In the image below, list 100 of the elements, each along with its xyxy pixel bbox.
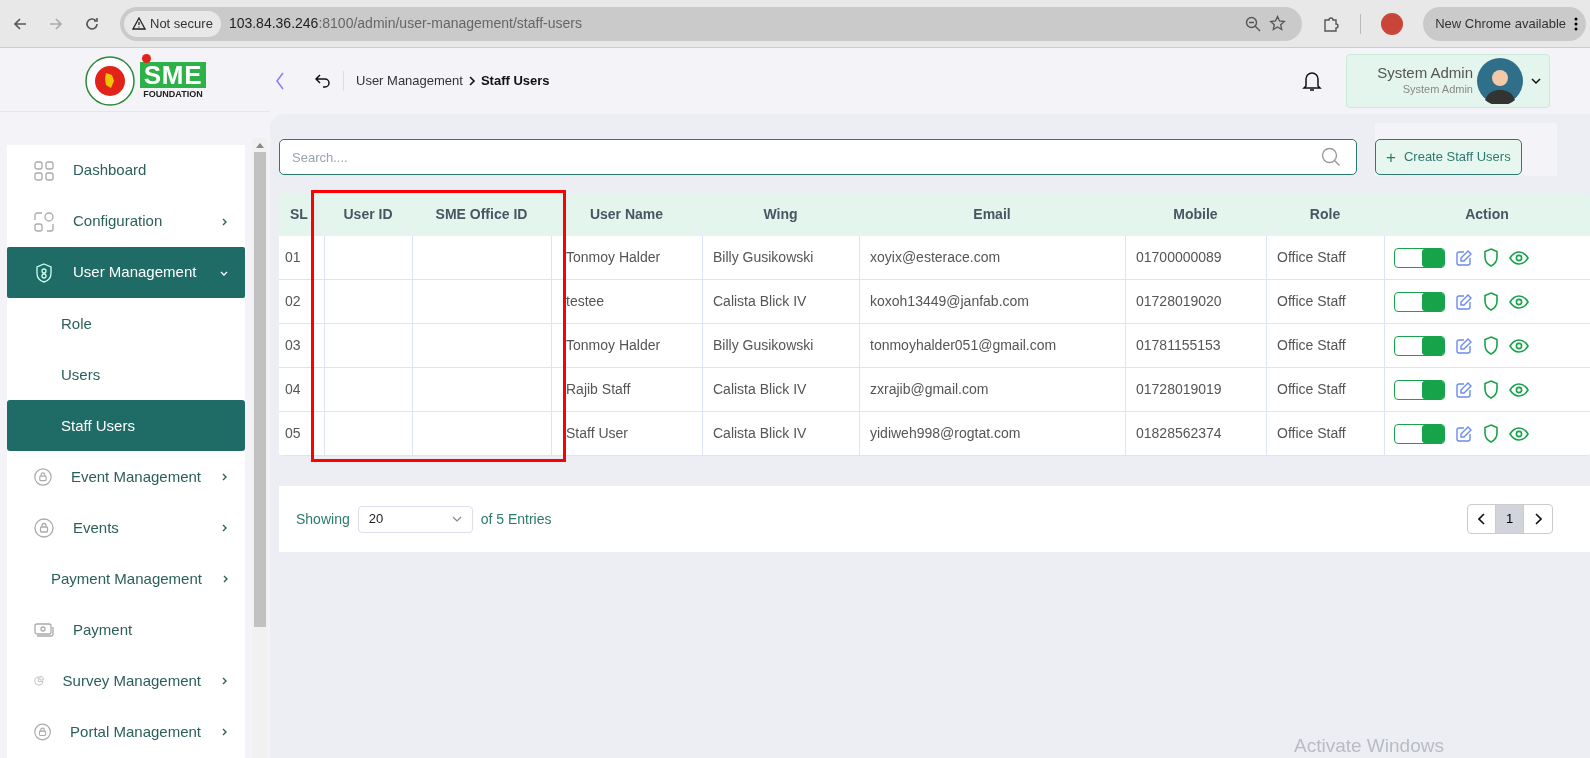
zoom-out-icon[interactable] <box>1245 15 1262 32</box>
table-cell-text: 01728019019 <box>1136 380 1222 399</box>
bell-icon[interactable] <box>1302 69 1322 92</box>
star-icon[interactable] <box>1269 15 1287 32</box>
breadcrumb-current: Staff Users <box>480 71 550 90</box>
sidebar-item[interactable]: Configuration <box>7 196 245 248</box>
emblem-icon <box>83 54 136 107</box>
column-header: Action <box>1464 205 1510 224</box>
chevron-down-icon <box>451 516 462 522</box>
forward-icon[interactable] <box>48 15 64 32</box>
update-button[interactable]: New Chrome available <box>1423 6 1586 41</box>
logo-subtitle: FOUNDATION <box>143 90 203 99</box>
status-toggle[interactable] <box>1394 247 1445 268</box>
view-icon[interactable] <box>1509 250 1529 265</box>
table-cell-text: Staff User <box>566 424 628 443</box>
table-cell-text: testee <box>566 292 605 311</box>
column-header: SL <box>289 205 309 224</box>
table-cell-text: Office Staff <box>1277 292 1346 311</box>
plus-icon: + <box>1386 148 1396 166</box>
column-header: SME Office ID <box>434 205 529 224</box>
sidebar-item[interactable]: Survey Management <box>7 655 245 707</box>
edit-icon[interactable] <box>1455 292 1473 311</box>
status-toggle[interactable] <box>1394 423 1445 444</box>
table-cell-text: zxrajib@gmail.com <box>870 380 989 399</box>
address-bar[interactable]: Not secure 103.84.36.246:8100/admin/user-management/staff-users <box>120 6 1303 41</box>
column-header: Email <box>972 205 1012 224</box>
warning-icon <box>132 17 146 30</box>
submenu-item[interactable]: Staff Users <box>7 400 245 452</box>
table-cell-text: xoyix@esterace.com <box>870 248 1001 267</box>
avatar-icon <box>1477 57 1523 104</box>
table-cell-text: Office Staff <box>1277 380 1346 399</box>
sidebar-item[interactable]: Payment Management <box>7 553 245 605</box>
column-header: User ID <box>342 205 394 224</box>
page-button[interactable]: 1 <box>1496 505 1524 533</box>
table-cell-text: 01 <box>285 248 301 267</box>
sidebar-item[interactable]: User Management <box>7 247 245 299</box>
chevron-right-icon <box>1534 513 1542 525</box>
sidebar-item[interactable]: Dashboard <box>7 145 245 197</box>
table-cell-text: Billy Gusikowski <box>713 248 814 267</box>
sidebar-item[interactable]: Events <box>7 502 245 554</box>
profile-avatar[interactable] <box>1381 12 1404 35</box>
table-cell-text: 05 <box>285 424 301 443</box>
user-role: System Admin <box>1402 83 1473 97</box>
table-cell-text: Calista Blick IV <box>713 292 807 311</box>
table-cell-text: 04 <box>285 380 301 399</box>
user-menu[interactable]: System Admin System Admin <box>1346 53 1550 108</box>
status-toggle[interactable] <box>1394 291 1445 312</box>
page-size-select[interactable]: 20 <box>357 505 473 533</box>
view-icon[interactable] <box>1509 294 1529 309</box>
undo-icon[interactable] <box>315 73 331 88</box>
edit-icon[interactable] <box>1455 336 1473 355</box>
shield-icon[interactable] <box>1483 248 1499 267</box>
create-staff-users-button[interactable]: + Create Staff Users <box>1375 139 1522 175</box>
shield-icon[interactable] <box>1483 424 1499 443</box>
table-cell-text: Office Staff <box>1277 248 1346 267</box>
puzzle-icon[interactable] <box>1322 14 1341 33</box>
edit-icon[interactable] <box>1455 424 1473 443</box>
collapse-icon[interactable] <box>275 70 285 91</box>
breadcrumb-link[interactable]: User Management <box>356 70 463 91</box>
table-cell-text: 01728019020 <box>1136 292 1222 311</box>
reload-icon[interactable] <box>84 15 100 32</box>
table-cell-text: 02 <box>285 292 301 311</box>
table-cell-text: Calista Blick IV <box>713 380 807 399</box>
view-icon[interactable] <box>1509 426 1529 441</box>
status-toggle[interactable] <box>1394 379 1445 400</box>
table-cell-text: 01700000089 <box>1136 248 1222 267</box>
table-cell-text: Tonmoy Halder <box>566 336 661 355</box>
table-cell-text: koxoh13449@janfab.com <box>870 292 1029 311</box>
view-icon[interactable] <box>1509 382 1529 397</box>
scroll-up-icon[interactable] <box>256 142 264 148</box>
security-chip[interactable]: Not secure <box>124 10 221 37</box>
table-cell-text: Office Staff <box>1277 336 1346 355</box>
table-cell-text: yidiweh998@rogtat.com <box>870 424 1021 443</box>
shield-icon[interactable] <box>1483 336 1499 355</box>
shield-icon[interactable] <box>1483 380 1499 399</box>
table-cell-text: 03 <box>285 336 301 355</box>
submenu-item[interactable]: Role <box>7 298 245 350</box>
table-cell-text: tonmoyhalder051@gmail.com <box>870 336 1057 355</box>
sidebar-item[interactable]: Payment <box>7 604 245 656</box>
table-cell-text: Calista Blick IV <box>713 424 807 443</box>
logo-mark: SME <box>139 62 207 88</box>
edit-icon[interactable] <box>1455 380 1473 399</box>
lock-icon <box>33 466 53 488</box>
shapes-icon <box>33 210 55 233</box>
shield-icon[interactable] <box>1483 292 1499 311</box>
submenu-item[interactable]: Users <box>7 349 245 401</box>
edit-icon[interactable] <box>1455 248 1473 267</box>
column-header: Role <box>1308 205 1342 224</box>
sidebar-item[interactable]: Portal Management <box>7 706 245 758</box>
back-icon[interactable] <box>12 15 28 32</box>
table-cell-text: Tonmoy Halder <box>566 248 661 267</box>
column-header: User Name <box>588 205 665 224</box>
chevron-right-icon <box>466 75 477 86</box>
status-toggle[interactable] <box>1394 335 1445 356</box>
scrollbar[interactable] <box>252 138 268 758</box>
view-icon[interactable] <box>1509 338 1529 353</box>
sidebar-item[interactable]: Event Management <box>7 451 245 503</box>
grid-icon <box>33 159 55 182</box>
column-header: Wing <box>762 205 799 224</box>
search-field[interactable]: Search.... <box>279 139 1357 175</box>
